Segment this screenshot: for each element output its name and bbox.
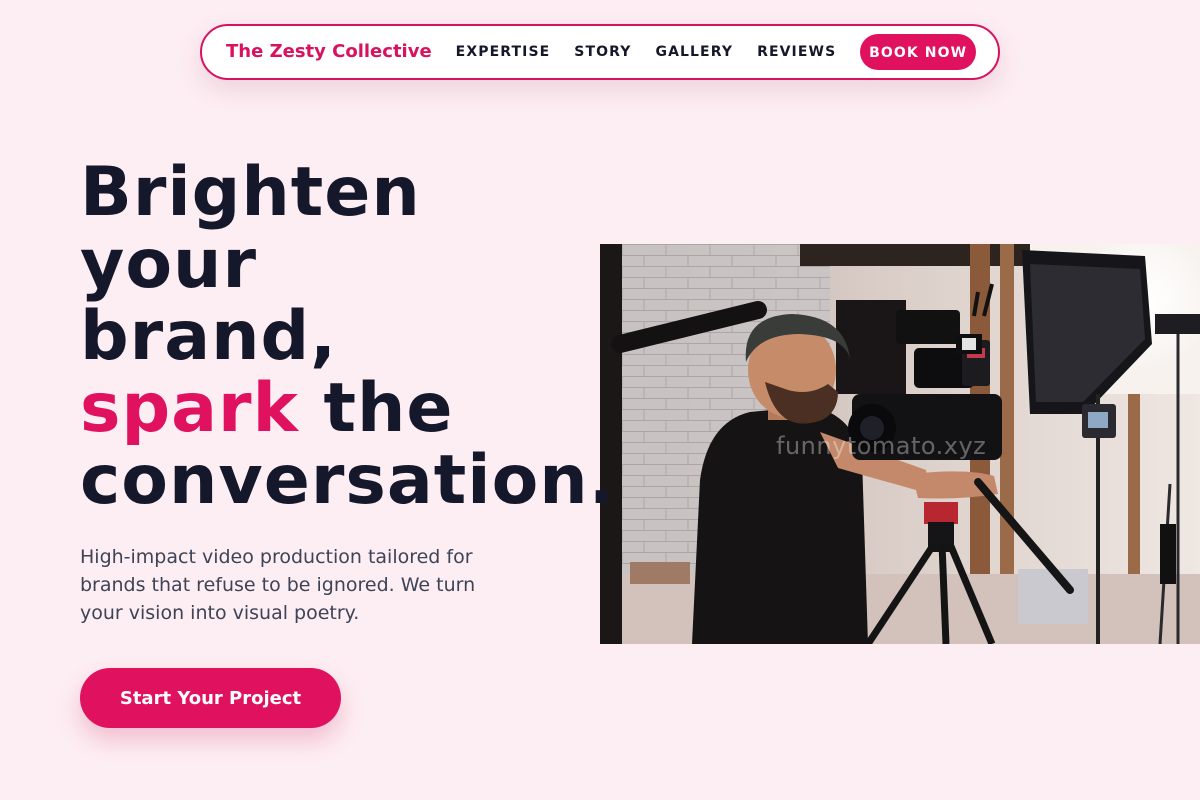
start-project-button[interactable]: Start Your Project [80,668,341,728]
headline-line-2: your [80,225,257,304]
nav-link-reviews[interactable]: REVIEWS [757,44,836,60]
brand-logo[interactable]: The Zesty Collective [226,43,432,61]
top-nav: The Zesty Collective EXPERTISE STORY GAL… [200,24,1000,80]
headline-accent-word: spark [80,369,299,448]
nav-link-story[interactable]: STORY [574,44,631,60]
book-now-button[interactable]: BOOK NOW [860,34,976,70]
headline-line-4-rest: the [298,369,454,448]
photo-watermark: funnytomato.xyz [776,432,987,460]
headline-line-3: brand, [80,297,338,376]
nav-link-gallery[interactable]: GALLERY [655,44,733,60]
nav-link-expertise[interactable]: EXPERTISE [456,44,551,60]
hero-photo-videographer: funnytomato.xyz [600,244,1200,644]
hero-headline: Brighten your brand, spark the conversation. [80,157,616,517]
headline-line-1: Brighten [80,153,421,232]
headline-line-5: conversation. [80,441,616,520]
hero-subtitle: High-impact video production tailored fo… [80,546,476,624]
